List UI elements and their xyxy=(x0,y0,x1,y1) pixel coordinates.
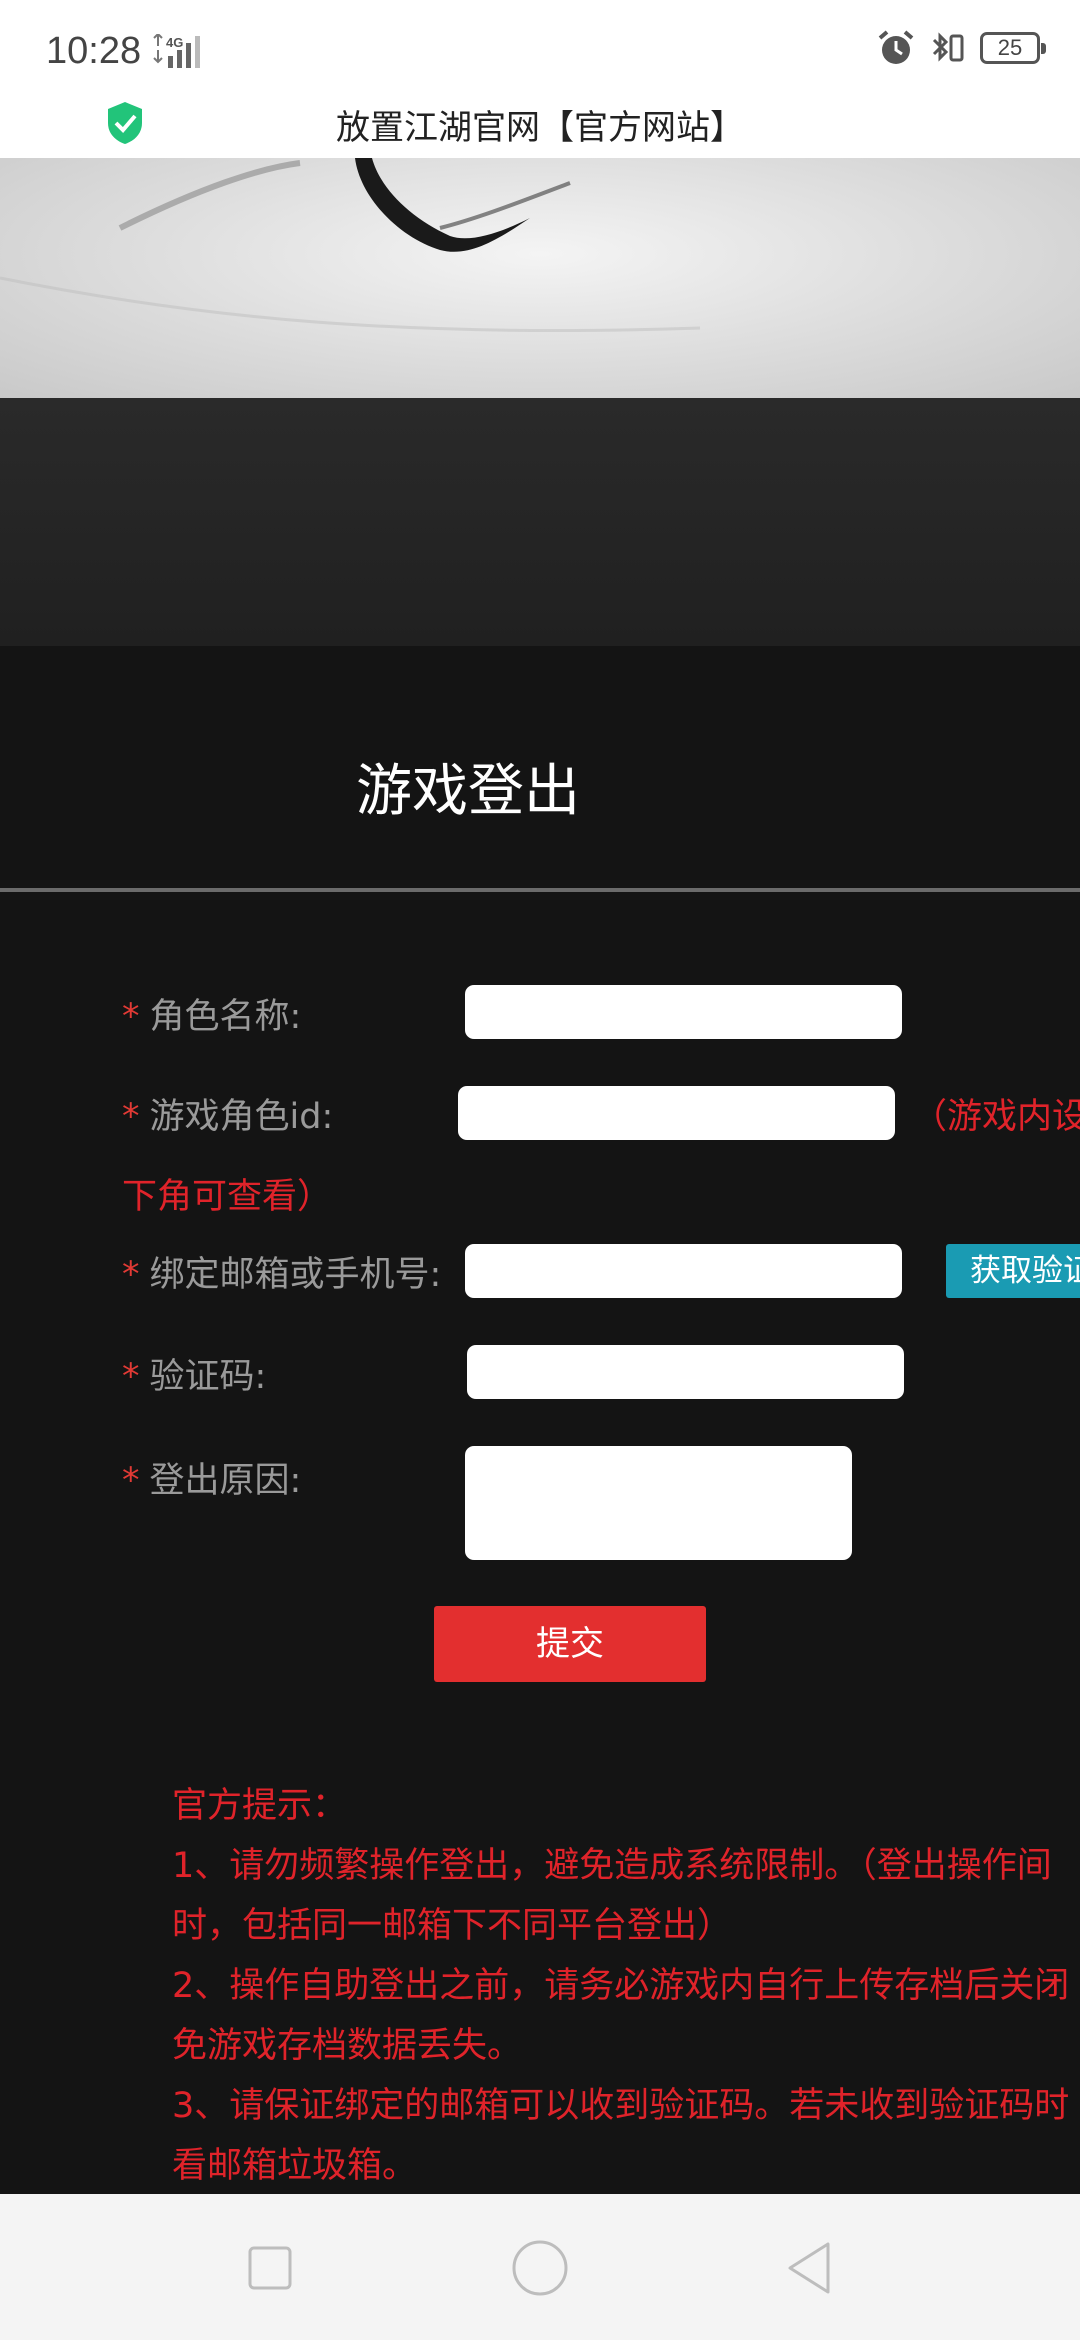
role-id-label: * 游戏角色id: xyxy=(122,1097,334,1137)
code-label: * 验证码: xyxy=(122,1357,267,1397)
role-name-input[interactable] xyxy=(465,985,902,1039)
tips-title: 官方提示： xyxy=(172,1786,348,1826)
reason-textarea[interactable] xyxy=(465,1446,852,1560)
dark-banner-band xyxy=(0,398,1080,646)
required-mark: * xyxy=(122,1461,140,1501)
required-mark: * xyxy=(122,1357,140,1397)
signal-icon: 4G xyxy=(153,34,200,68)
divider xyxy=(0,888,1080,892)
battery-icon: 25 xyxy=(980,32,1046,64)
role-id-hint-continued: 下角可查看） xyxy=(122,1177,333,1217)
network-type: 4G xyxy=(166,35,183,50)
system-nav-bar xyxy=(0,2194,1080,2340)
required-mark: * xyxy=(122,1255,140,1295)
circle-icon[interactable] xyxy=(510,2238,570,2298)
alarm-icon xyxy=(878,30,914,64)
tip-line: 免游戏存档数据丢失。 xyxy=(172,2026,523,2066)
page-title: 放置江湖官网【官方网站】 xyxy=(336,108,744,148)
hero-ink-image xyxy=(0,158,1080,398)
ink-brush-illustration xyxy=(0,158,701,333)
required-mark: * xyxy=(122,997,140,1037)
tip-line: 1、请勿频繁操作登出，避免造成系统限制。（登出操作间 xyxy=(172,1846,1052,1886)
bluetooth-vibrate-icon xyxy=(932,32,964,62)
browser-title-bar: 放置江湖官网【官方网站】 xyxy=(0,100,1080,158)
tip-line: 时，包括同一邮箱下不同平台登出） xyxy=(172,1906,733,1946)
role-id-input[interactable] xyxy=(458,1086,895,1140)
logout-form-section: 游戏登出 * 角色名称: * 游戏角色id: （游戏内设 下角可查看） * 绑定邮箱或… xyxy=(0,646,1080,2194)
form-heading: 游戏登出 xyxy=(356,759,580,824)
role-name-label: * 角色名称: xyxy=(122,997,302,1037)
account-label: * 绑定邮箱或手机号: xyxy=(122,1255,442,1295)
status-icons: 25 xyxy=(876,28,1046,68)
get-code-button[interactable]: 获取验证 xyxy=(946,1244,1080,1298)
status-bar: 10:28 4G 25 xyxy=(0,0,1080,100)
official-tips: 官方提示： 1、请勿频繁操作登出，避免造成系统限制。（登出操作间 时，包括同一邮… xyxy=(172,1776,1080,2194)
back-triangle-icon[interactable] xyxy=(780,2238,840,2298)
required-mark: * xyxy=(122,1097,140,1137)
account-input[interactable] xyxy=(465,1244,902,1298)
role-id-hint: （游戏内设 xyxy=(912,1097,1080,1137)
tip-line: 2、操作自助登出之前，请务必游戏内自行上传存档后关闭 xyxy=(172,1966,1070,2006)
tip-line: 看邮箱垃圾箱。 xyxy=(172,2146,418,2186)
square-icon[interactable] xyxy=(240,2238,300,2298)
submit-button[interactable]: 提交 xyxy=(434,1606,706,1682)
tip-line: 3、请保证绑定的邮箱可以收到验证码。若未收到验证码时 xyxy=(172,2086,1070,2126)
code-input[interactable] xyxy=(467,1345,904,1399)
status-time: 10:28 xyxy=(46,30,142,72)
reason-label: * 登出原因: xyxy=(122,1461,302,1501)
